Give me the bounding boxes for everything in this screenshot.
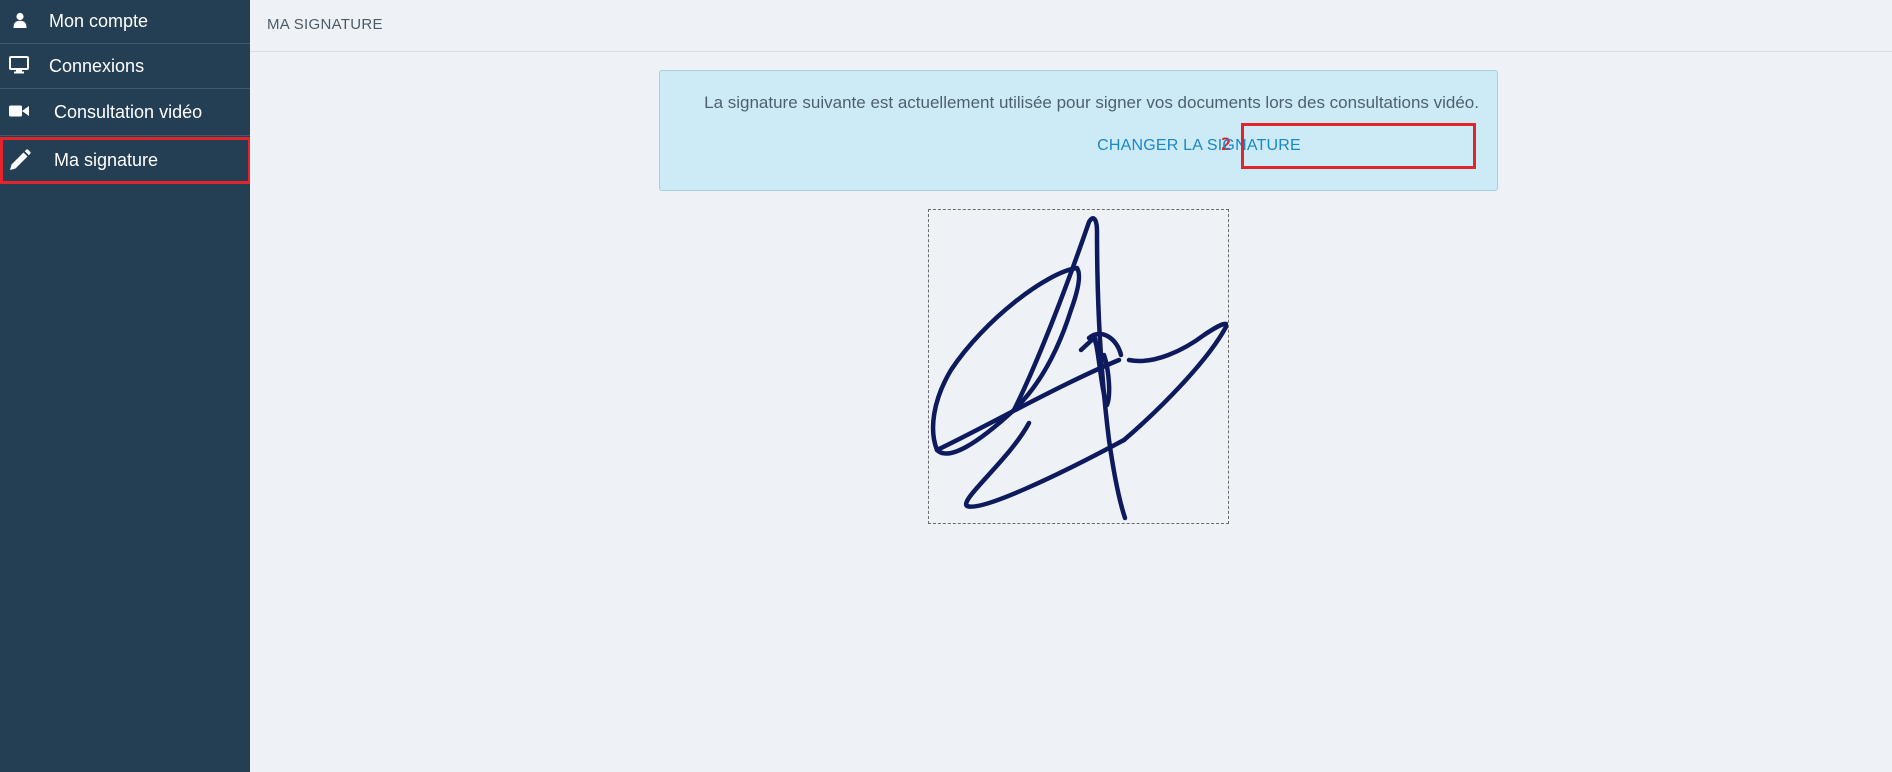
sidebar-item-mon-compte[interactable]: Mon compte <box>0 0 250 44</box>
sidebar-item-consultation-video[interactable]: Consultation vidéo <box>0 90 250 134</box>
sidebar-item-ma-signature[interactable]: Ma signature <box>0 138 250 182</box>
sidebar-item-label: Consultation vidéo <box>54 102 203 122</box>
signature-image <box>930 216 1228 521</box>
change-signature-button[interactable]: CHANGER LA SIGNATURE <box>1082 124 1316 168</box>
sidebar-divider <box>0 135 250 136</box>
sidebar-divider <box>0 88 250 89</box>
page-title: MA SIGNATURE <box>267 16 383 33</box>
pencil-icon <box>6 148 32 174</box>
info-panel: La signature suivante est actuellement u… <box>659 70 1498 191</box>
page-header: MA SIGNATURE <box>250 0 1892 52</box>
info-text: La signature suivante est actuellement u… <box>704 93 1479 112</box>
sidebar-item-label: Ma signature <box>54 150 159 170</box>
user-icon <box>10 10 30 30</box>
main-content: MA SIGNATURE La signature suivante est a… <box>250 0 1892 772</box>
sidebar-item-label: Mon compte <box>49 11 149 31</box>
sidebar-item-label: Connexions <box>49 56 145 76</box>
monitor-icon <box>8 55 30 75</box>
sidebar: Mon compte Connexions Consultation vidéo <box>0 0 250 772</box>
video-camera-icon <box>8 102 30 120</box>
sidebar-item-connexions[interactable]: Connexions <box>0 44 250 88</box>
signature-frame <box>928 209 1229 524</box>
